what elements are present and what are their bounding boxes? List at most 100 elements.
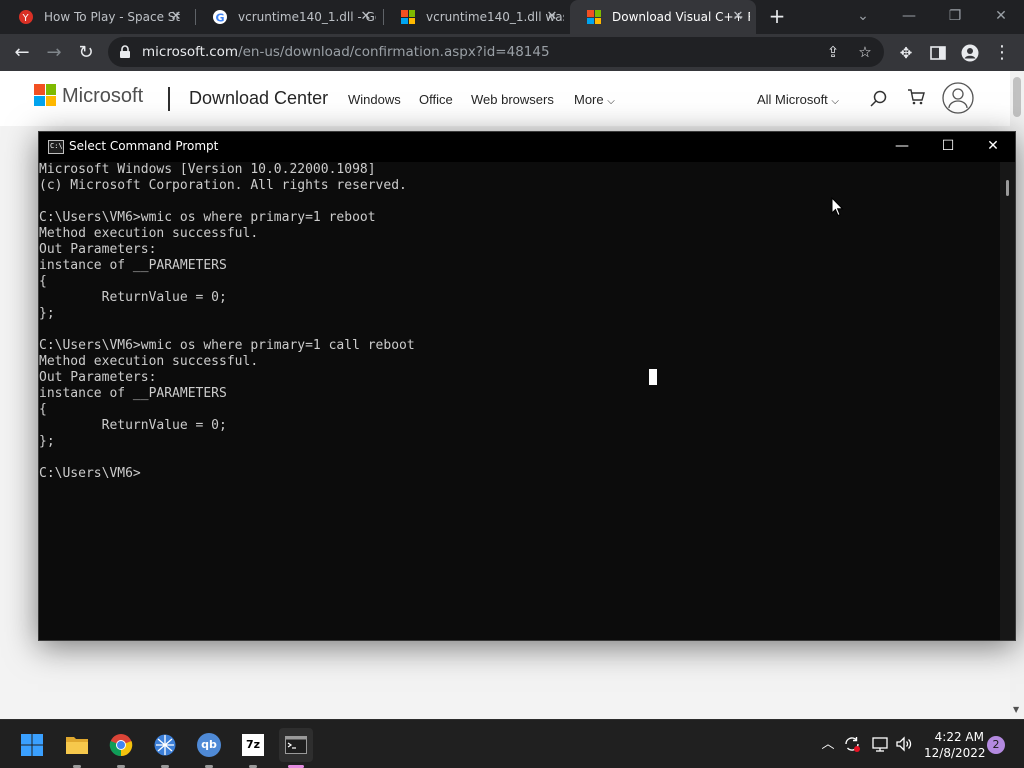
browser-toolbar: ← → ↻ microsoft.com/en-us/download/confi… xyxy=(0,34,1024,71)
profile-icon[interactable] xyxy=(956,39,984,67)
windows-logo-icon xyxy=(21,734,43,756)
chevron-up-icon[interactable]: ︿ xyxy=(818,735,838,755)
extensions-puzzle-icon[interactable]: ✥ xyxy=(892,39,920,67)
qbittorrent-icon: qb xyxy=(197,733,221,757)
chrome-button[interactable] xyxy=(104,728,138,768)
microsoft-wordmark[interactable]: Microsoft xyxy=(62,85,143,108)
console-line: C:\Users\VM6>wmic os where primary=1 reb… xyxy=(39,210,376,225)
browser-tab[interactable]: vcruntime140_1.dll was ✕ xyxy=(384,0,570,34)
ms-site-header: Microsoft Download Center Windows Office… xyxy=(0,71,1010,126)
close-tab-icon[interactable]: ✕ xyxy=(544,9,560,25)
console-line: { xyxy=(39,402,47,417)
command-prompt-window[interactable]: C:\ Select Command Prompt — ☐ ✕ Microsof… xyxy=(38,131,1016,641)
network-app-button[interactable] xyxy=(148,728,182,768)
account-avatar-icon[interactable] xyxy=(942,82,974,118)
microsoft-logo-icon xyxy=(586,9,602,25)
sync-status-icon[interactable] xyxy=(842,735,862,755)
notification-badge[interactable]: 2 xyxy=(987,736,1005,754)
console-line: C:\Users\VM6>wmic os where primary=1 cal… xyxy=(39,338,415,353)
minimize-icon[interactable]: — xyxy=(886,0,932,34)
console-line: (c) Microsoft Corporation. All rights re… xyxy=(39,178,407,193)
start-button[interactable] xyxy=(15,728,49,762)
browser-tab[interactable]: Y How To Play - Space St ✕ xyxy=(2,0,194,34)
nav-more[interactable]: More ⌵ xyxy=(574,92,615,107)
command-prompt-icon xyxy=(285,736,307,754)
console-line: instance of __PARAMETERS xyxy=(39,258,227,273)
header-divider xyxy=(168,87,170,111)
tab-title: How To Play - Space St xyxy=(44,10,181,24)
command-prompt-button[interactable] xyxy=(279,728,313,768)
reload-icon[interactable]: ↻ xyxy=(72,39,100,67)
qbittorrent-button[interactable]: qb xyxy=(192,728,226,768)
folder-icon xyxy=(66,737,88,754)
cmd-scrollbar[interactable] xyxy=(1000,162,1015,640)
nav-office[interactable]: Office xyxy=(419,92,453,107)
volume-icon[interactable] xyxy=(894,735,914,755)
back-arrow-icon[interactable]: ← xyxy=(8,39,36,67)
close-window-icon[interactable]: ✕ xyxy=(978,0,1024,34)
console-line: Microsoft Windows [Version 10.0.22000.10… xyxy=(39,162,376,177)
console-line: instance of __PARAMETERS xyxy=(39,386,227,401)
search-icon[interactable] xyxy=(869,89,889,113)
all-microsoft-menu[interactable]: All Microsoft ⌵ xyxy=(757,92,839,107)
microsoft-logo-icon xyxy=(400,9,416,25)
svg-text:Y: Y xyxy=(22,13,30,24)
network-monitor-icon[interactable] xyxy=(870,735,890,755)
windows-taskbar: qb 7z ︿ 4:22 AM 12/8/2022 2 xyxy=(0,719,1024,768)
scrollbar-thumb[interactable] xyxy=(1006,180,1009,196)
tab-search-icon[interactable]: ⌄ xyxy=(840,0,886,34)
url-text: microsoft.com/en-us/download/confirmatio… xyxy=(142,44,550,60)
all-microsoft-label: All Microsoft xyxy=(757,92,828,107)
console-line: Method execution successful. xyxy=(39,226,259,241)
lock-icon xyxy=(120,45,130,58)
cmd-title-bar[interactable]: C:\ Select Command Prompt — ☐ ✕ xyxy=(39,132,1015,162)
nav-web-browsers[interactable]: Web browsers xyxy=(471,92,554,107)
side-panel-icon[interactable] xyxy=(924,39,952,67)
console-line: ReturnValue = 0; xyxy=(39,290,227,305)
chrome-menu-icon[interactable]: ⋮ xyxy=(988,39,1016,67)
share-icon[interactable]: ⇪ xyxy=(822,41,844,63)
maximize-icon[interactable]: ☐ xyxy=(925,132,971,162)
address-bar[interactable]: microsoft.com/en-us/download/confirmatio… xyxy=(108,37,884,67)
mouse-pointer-icon xyxy=(831,197,844,217)
bookmark-star-icon[interactable]: ☆ xyxy=(854,41,876,63)
close-tab-icon[interactable]: ✕ xyxy=(358,9,374,25)
network-globe-icon xyxy=(154,734,176,756)
svg-text:G: G xyxy=(216,12,225,25)
google-g-icon: G xyxy=(212,9,228,25)
new-tab-button[interactable]: + xyxy=(766,5,788,27)
minimize-icon[interactable]: — xyxy=(879,132,925,162)
chrome-icon xyxy=(109,734,133,757)
shopping-cart-icon[interactable] xyxy=(906,87,926,111)
console-line: Out Parameters: xyxy=(39,370,157,385)
close-window-icon[interactable]: ✕ xyxy=(970,132,1016,162)
console-line: ReturnValue = 0; xyxy=(39,418,227,433)
nav-more-label: More xyxy=(574,92,604,107)
text-block-cursor xyxy=(649,369,657,385)
console-line: C:\Users\VM6> xyxy=(39,466,141,481)
clock-date: 12/8/2022 xyxy=(924,746,986,760)
restore-icon[interactable]: ❐ xyxy=(932,0,978,34)
cmd-window-title: Select Command Prompt xyxy=(69,139,219,153)
download-center-title[interactable]: Download Center xyxy=(189,88,328,109)
system-clock[interactable]: 4:22 AM 12/8/2022 xyxy=(924,729,986,761)
tab-title: vcruntime140_1.dll - Go xyxy=(238,10,376,24)
scroll-down-arrow-icon[interactable]: ▼ xyxy=(1013,705,1019,714)
file-explorer-button[interactable] xyxy=(60,728,94,768)
cmd-output[interactable]: Microsoft Windows [Version 10.0.22000.10… xyxy=(39,162,999,640)
clock-time: 4:22 AM xyxy=(934,730,984,744)
console-line: }; xyxy=(39,434,55,449)
sevenzip-icon: 7z xyxy=(242,734,264,756)
sevenzip-button[interactable]: 7z xyxy=(236,728,270,768)
microsoft-logo-icon[interactable] xyxy=(34,84,56,106)
close-tab-icon[interactable]: ✕ xyxy=(730,9,746,25)
console-line: { xyxy=(39,274,47,289)
forward-arrow-icon[interactable]: → xyxy=(40,39,68,67)
browser-tab[interactable]: G vcruntime140_1.dll - Go ✕ xyxy=(196,0,384,34)
nav-windows[interactable]: Windows xyxy=(348,92,401,107)
scrollbar-thumb[interactable] xyxy=(1013,77,1021,117)
close-tab-icon[interactable]: ✕ xyxy=(168,9,184,25)
browser-tab-active[interactable]: Download Visual C++ R ✕ xyxy=(570,0,756,34)
